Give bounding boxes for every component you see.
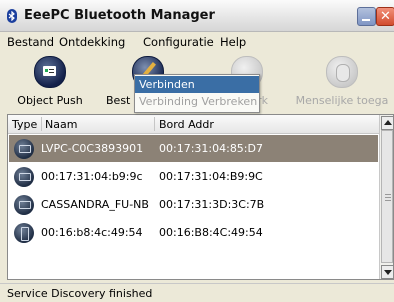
connect-dropdown-menu: Verbinden Verbinding Verbreken	[134, 74, 260, 113]
status-bar: Service Discovery finished	[0, 283, 394, 302]
column-header-type[interactable]: Type	[12, 118, 37, 131]
device-row[interactable]: 00:16:b8:4c:49:54 00:16:B8:4C:49:54	[9, 219, 378, 246]
grip-line	[385, 194, 391, 195]
scroll-thumb[interactable]	[381, 130, 393, 263]
window-title: EeePC Bluetooth Manager	[24, 8, 215, 23]
device-name: LVPC-C0C3893901	[41, 142, 144, 155]
input-device-icon	[326, 56, 358, 88]
column-header-address[interactable]: Bord Addr	[159, 118, 214, 131]
device-name: 00:17:31:04:b9:9c	[41, 170, 143, 183]
device-name: 00:16:b8:4c:49:54	[41, 226, 143, 239]
device-address: 00:17:31:04:85:D7	[159, 142, 263, 155]
device-address: 00:17:31:3D:3C:7B	[159, 198, 265, 211]
computer-icon	[14, 139, 34, 159]
object-push-label: Object Push	[17, 94, 83, 107]
menu-help[interactable]: Help	[220, 35, 246, 49]
column-header-name[interactable]: Naam	[45, 118, 77, 131]
list-header: Type Naam Bord Addr	[8, 115, 379, 134]
vertical-scrollbar[interactable]	[379, 115, 393, 279]
menu-item-connect[interactable]: Verbinden	[135, 76, 259, 93]
close-icon: ✕	[380, 9, 391, 24]
phone-icon	[14, 223, 34, 243]
scroll-down-button[interactable]	[381, 265, 393, 279]
device-address: 00:17:31:04:B9:9C	[159, 170, 263, 183]
device-list: Type Naam Bord Addr LVPC-C0C3893901 00:1…	[7, 114, 394, 280]
minimize-button[interactable]	[357, 7, 376, 26]
grip-line	[385, 197, 391, 198]
input-device-label: Menselijke toega	[295, 94, 389, 107]
status-text: Service Discovery finished	[7, 287, 153, 300]
computer-icon	[14, 167, 34, 187]
device-address: 00:16:B8:4C:49:54	[159, 226, 263, 239]
object-push-button[interactable]: Object Push	[14, 56, 86, 107]
computer-icon	[14, 195, 34, 215]
input-device-button[interactable]: Menselijke toega	[292, 56, 392, 107]
menu-configuratie[interactable]: Configuratie	[143, 35, 214, 49]
close-button[interactable]: ✕	[376, 7, 394, 26]
device-row[interactable]: CASSANDRA_FU-NB 00:17:31:3D:3C:7B	[9, 191, 378, 218]
device-row[interactable]: LVPC-C0C3893901 00:17:31:04:85:D7	[9, 135, 378, 162]
grip-line	[385, 200, 391, 201]
menu-bar: Bestand Ontdekking Configuratie Help	[0, 32, 394, 52]
title-bar: EeePC Bluetooth Manager ✕	[0, 0, 394, 32]
column-divider	[41, 117, 42, 131]
device-name: CASSANDRA_FU-NB	[41, 198, 149, 211]
menu-bestand[interactable]: Bestand	[7, 35, 54, 49]
device-row[interactable]: 00:17:31:04:b9:9c 00:17:31:04:B9:9C	[9, 163, 378, 190]
bluetooth-icon	[7, 9, 17, 23]
column-divider	[154, 117, 155, 131]
scroll-up-button[interactable]	[381, 116, 393, 130]
object-push-icon	[34, 56, 66, 88]
menu-item-disconnect[interactable]: Verbinding Verbreken	[135, 93, 259, 110]
menu-ontdekking[interactable]: Ontdekking	[59, 35, 125, 49]
